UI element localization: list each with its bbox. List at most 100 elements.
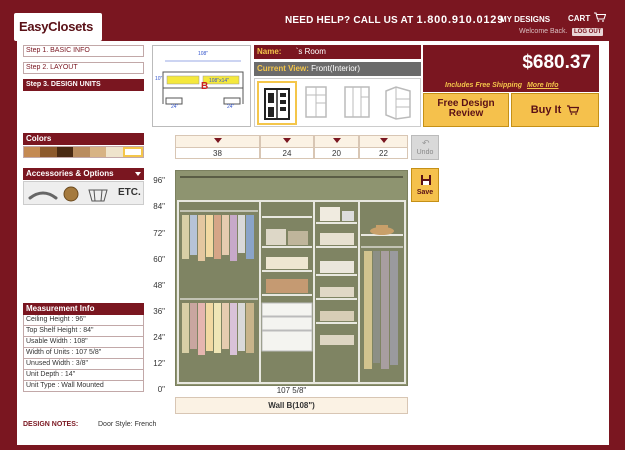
measurement-row: Top Shelf Height : 84" bbox=[23, 326, 144, 337]
accessories-row: ETC. bbox=[23, 181, 144, 205]
step-design-units[interactable]: Step 3. DESIGN UNITS bbox=[23, 79, 144, 91]
diagram-bottom-right-dim: 24" bbox=[227, 104, 235, 110]
measurement-info: Measurement Info Ceiling Height : 96" To… bbox=[23, 303, 144, 392]
color-swatch-1[interactable] bbox=[24, 147, 41, 157]
unit-width-3[interactable]: 20 bbox=[314, 135, 359, 159]
height-tick: 60" bbox=[153, 255, 165, 264]
view-3d-thumb[interactable] bbox=[380, 81, 420, 125]
hanging-coats bbox=[364, 251, 398, 369]
color-swatches bbox=[23, 146, 144, 158]
phone-number: 1.800.910.0129 bbox=[416, 14, 505, 26]
color-swatch-7-selected[interactable] bbox=[122, 147, 143, 157]
unit-width-value: 24 bbox=[261, 147, 313, 158]
color-swatch-3[interactable] bbox=[56, 147, 74, 157]
accessories-header[interactable]: Accessories & Options bbox=[23, 168, 144, 180]
total-price: $680.37 bbox=[522, 52, 591, 73]
name-label: Name: bbox=[257, 47, 282, 56]
height-tick: 96" bbox=[153, 176, 165, 185]
height-tick: 48" bbox=[153, 281, 165, 290]
step-basic-info[interactable]: Step 1. BASIC INFO bbox=[23, 45, 144, 57]
diagram-top-dim: 108" bbox=[198, 51, 209, 57]
buy-it-button[interactable]: Buy It bbox=[511, 93, 599, 127]
unit-width-2[interactable]: 24 bbox=[260, 135, 314, 159]
color-swatch-6[interactable] bbox=[106, 147, 123, 157]
more-info-link[interactable]: More Info bbox=[527, 82, 559, 89]
my-designs-link[interactable]: MY DESIGNS bbox=[500, 15, 550, 24]
room-name-value[interactable]: `s Room bbox=[296, 47, 326, 56]
buy-label: Buy It bbox=[530, 104, 562, 116]
closet-side-icon bbox=[344, 86, 370, 118]
hanging-shirts-lower bbox=[182, 303, 254, 355]
save-button[interactable]: Save bbox=[411, 168, 439, 202]
unit-width-value: 22 bbox=[360, 147, 407, 158]
more-accessories-link[interactable]: ETC. bbox=[118, 187, 141, 198]
free-design-review-button[interactable]: Free Design Review bbox=[423, 93, 509, 127]
color-swatch-4[interactable] bbox=[73, 147, 90, 157]
measurement-row: Width of Units : 107 5/8" bbox=[23, 348, 144, 359]
color-swatch-2[interactable] bbox=[40, 147, 57, 157]
closet-3d-icon bbox=[385, 86, 411, 120]
height-tick: 36" bbox=[153, 307, 165, 316]
diagram-left-dim: 10" bbox=[155, 76, 163, 82]
current-view-bar: Current View: Front(Interior) bbox=[254, 62, 421, 76]
current-view-value: Front(Interior) bbox=[311, 64, 361, 73]
logout-button[interactable]: LOG OUT bbox=[572, 28, 604, 36]
height-tick: 12" bbox=[153, 359, 165, 368]
view-interior-thumb[interactable] bbox=[298, 81, 338, 125]
logo-text: EasyClosets bbox=[19, 19, 94, 34]
room-name-bar: Name: `s Room bbox=[254, 45, 421, 59]
help-line: NEED HELP? CALL US AT 1.800.910.0129 bbox=[285, 14, 504, 26]
easyclosets-logo[interactable]: EasyClosets bbox=[14, 13, 102, 41]
closet-drawing bbox=[177, 176, 406, 384]
save-label: Save bbox=[416, 189, 434, 196]
cart-link[interactable]: CART bbox=[568, 14, 590, 23]
height-tick: 0" bbox=[157, 385, 165, 394]
view-side-thumb[interactable] bbox=[339, 81, 379, 125]
unit-width-1[interactable]: 38 bbox=[175, 135, 260, 159]
save-icon bbox=[421, 175, 431, 185]
dropdown-arrow-icon bbox=[135, 172, 141, 176]
accessories-title: Accessories & Options bbox=[26, 169, 114, 178]
knob-icon[interactable] bbox=[62, 184, 80, 204]
height-tick: 84" bbox=[153, 202, 165, 211]
diagram-bottom-left-dim: 24" bbox=[171, 104, 179, 110]
unit-width-4[interactable]: 22 bbox=[359, 135, 408, 159]
page-margin bbox=[625, 0, 635, 450]
review-label-line2: Review bbox=[448, 108, 484, 119]
basket-icon[interactable] bbox=[86, 184, 110, 204]
view-front-interior-thumb[interactable] bbox=[257, 81, 297, 125]
welcome-text: Welcome Back. bbox=[519, 28, 568, 35]
door-style-note: Door Style: French bbox=[98, 421, 157, 428]
measurement-row: Unit Type : Wall Mounted bbox=[23, 381, 144, 392]
color-swatch-5[interactable] bbox=[89, 147, 107, 157]
closet-interior-icon bbox=[305, 86, 327, 118]
height-tick: 24" bbox=[153, 333, 165, 342]
unit-width-value: 20 bbox=[315, 147, 358, 158]
height-ruler: 96" 84" 72" 60" 48" 36" 24" 12" 0" bbox=[147, 173, 177, 395]
help-text: NEED HELP? CALL US AT bbox=[285, 15, 414, 26]
cart-icon[interactable] bbox=[594, 12, 606, 22]
undo-icon: ↶ bbox=[422, 138, 430, 148]
price-box: $680.37 Includes Free Shipping More Info bbox=[423, 45, 599, 92]
view-selector bbox=[254, 78, 421, 127]
free-shipping-note: Includes Free Shipping More Info bbox=[445, 82, 558, 89]
down-arrow-icon bbox=[213, 138, 222, 143]
measurement-row: Usable Width : 108" bbox=[23, 337, 144, 348]
closet-design-canvas[interactable] bbox=[175, 170, 408, 386]
handle-icon[interactable] bbox=[28, 184, 58, 204]
height-tick: 72" bbox=[153, 229, 165, 238]
closet-front-icon bbox=[264, 88, 290, 120]
layout-diagram: 108" 10" 108"x14" B 24" 24" bbox=[152, 45, 251, 127]
step-layout[interactable]: Step 2. LAYOUT bbox=[23, 62, 144, 74]
measurement-row: Ceiling Height : 96" bbox=[23, 315, 144, 326]
undo-button[interactable]: ↶ Undo bbox=[411, 135, 439, 160]
down-arrow-icon bbox=[379, 138, 388, 143]
cart-icon bbox=[567, 105, 580, 115]
down-arrow-icon bbox=[332, 138, 341, 143]
measurement-row: Unused Width : 3/8" bbox=[23, 359, 144, 370]
colors-header: Colors bbox=[23, 133, 144, 145]
shipping-text: Includes Free Shipping bbox=[445, 82, 523, 89]
down-arrow-icon bbox=[283, 138, 291, 143]
wall-label: Wall B(108") bbox=[175, 397, 408, 414]
unit-width-value: 38 bbox=[176, 147, 259, 158]
